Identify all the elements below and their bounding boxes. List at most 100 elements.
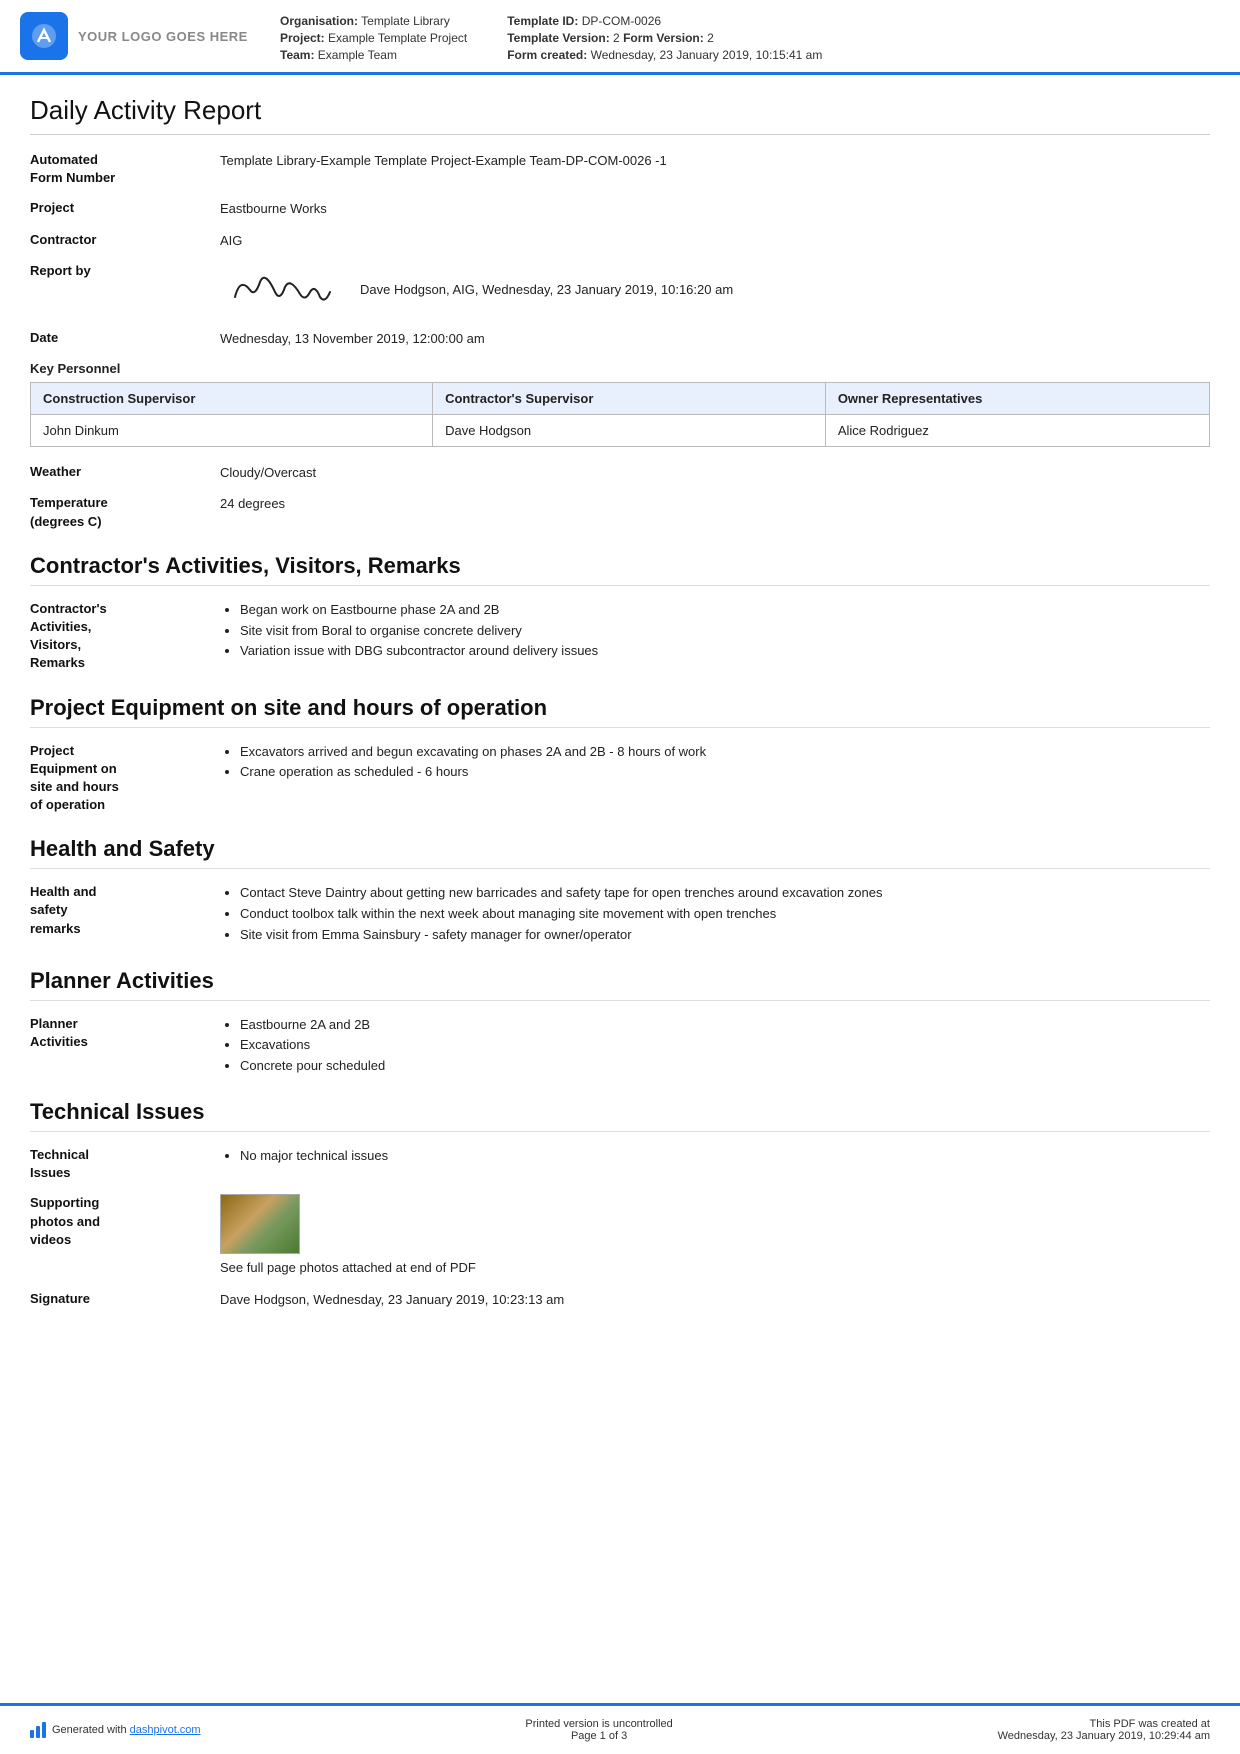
footer-right-text: This PDF was created at — [998, 1718, 1210, 1730]
list-item: Excavations — [240, 1035, 1210, 1056]
signature-image — [220, 262, 340, 317]
report-by-text: Dave Hodgson, AIG, Wednesday, 23 January… — [360, 280, 733, 300]
key-personnel-label: Key Personnel — [30, 361, 1210, 376]
equipment-field: ProjectEquipment onsite and hoursof oper… — [30, 742, 1210, 815]
header: YOUR LOGO GOES HERE Organisation: Templa… — [0, 0, 1240, 75]
list-item: Site visit from Boral to organise concre… — [240, 621, 1210, 642]
equipment-label: ProjectEquipment onsite and hoursof oper… — [30, 742, 220, 815]
photo-thumbnail — [220, 1194, 300, 1254]
header-meta: Organisation: Template Library Project: … — [280, 10, 1210, 62]
header-meta-left: Organisation: Template Library Project: … — [280, 14, 467, 62]
technical-field: TechnicalIssues No major technical issue… — [30, 1146, 1210, 1182]
equipment-list: Excavators arrived and begun excavating … — [220, 742, 1210, 784]
signature-label: Signature — [30, 1290, 220, 1308]
footer-left: Generated with dashpivot.com — [30, 1722, 201, 1738]
health-field: Health andsafetyremarks Contact Steve Da… — [30, 883, 1210, 945]
key-personnel-section: Key Personnel Construction Supervisor Co… — [30, 361, 1210, 447]
weather-label: Weather — [30, 463, 220, 481]
col-contractors-supervisor: Contractor's Supervisor — [433, 382, 826, 414]
temperature-row: Temperature(degrees C) 24 degrees — [30, 494, 1210, 530]
template-version-line: Template Version: 2 Form Version: 2 — [507, 31, 822, 45]
footer-logo-icon — [30, 1722, 46, 1738]
planner-heading: Planner Activities — [30, 968, 1210, 1001]
header-logo: YOUR LOGO GOES HERE — [20, 10, 260, 62]
project-line: Project: Example Template Project — [280, 31, 467, 45]
footer-right: This PDF was created at Wednesday, 23 Ja… — [998, 1718, 1210, 1742]
equipment-heading: Project Equipment on site and hours of o… — [30, 695, 1210, 728]
project-row: Project Eastbourne Works — [30, 199, 1210, 219]
form-created-line: Form created: Wednesday, 23 January 2019… — [507, 48, 822, 62]
template-id-line: Template ID: DP-COM-0026 — [507, 14, 822, 28]
photos-row: Supportingphotos andvideos See full page… — [30, 1194, 1210, 1278]
report-by-label: Report by — [30, 262, 220, 280]
list-item: Eastbourne 2A and 2B — [240, 1015, 1210, 1036]
temperature-label: Temperature(degrees C) — [30, 494, 220, 530]
logo-text: YOUR LOGO GOES HERE — [78, 29, 248, 44]
contractors-label: Contractor'sActivities,Visitors,Remarks — [30, 600, 220, 673]
health-list: Contact Steve Daintry about getting new … — [220, 883, 1210, 945]
org-line: Organisation: Template Library — [280, 14, 467, 28]
project-label: Project — [30, 199, 220, 217]
photo-thumb-image — [221, 1195, 299, 1253]
footer-center: Printed version is uncontrolled Page 1 o… — [525, 1718, 672, 1742]
cell-contractors-supervisor: Dave Hodgson — [433, 414, 826, 446]
automated-label: AutomatedForm Number — [30, 151, 220, 187]
col-construction-supervisor: Construction Supervisor — [31, 382, 433, 414]
project-value: Eastbourne Works — [220, 199, 1210, 219]
health-heading: Health and Safety — [30, 836, 1210, 869]
report-by-value: Dave Hodgson, AIG, Wednesday, 23 January… — [220, 262, 1210, 317]
contractors-heading: Contractor's Activities, Visitors, Remar… — [30, 553, 1210, 586]
footer-page: Page 1 of 3 — [525, 1730, 672, 1742]
list-item: Site visit from Emma Sainsbury - safety … — [240, 925, 1210, 946]
team-line: Team: Example Team — [280, 48, 467, 62]
personnel-header-row: Construction Supervisor Contractor's Sup… — [31, 382, 1210, 414]
col-owner-representatives: Owner Representatives — [825, 382, 1209, 414]
signature-area: Dave Hodgson, AIG, Wednesday, 23 January… — [220, 262, 1210, 317]
footer-generated-text: Generated with dashpivot.com — [52, 1724, 201, 1736]
report-by-row: Report by Dave Hodgson, AIG, Wednesday, … — [30, 262, 1210, 317]
temperature-value: 24 degrees — [220, 494, 1210, 514]
technical-heading: Technical Issues — [30, 1099, 1210, 1132]
signature-value: Dave Hodgson, Wednesday, 23 January 2019… — [220, 1290, 1210, 1310]
date-value: Wednesday, 13 November 2019, 12:00:00 am — [220, 329, 1210, 349]
report-title: Daily Activity Report — [30, 95, 1210, 135]
contractors-field: Contractor'sActivities,Visitors,Remarks … — [30, 600, 1210, 673]
footer-right-date: Wednesday, 23 January 2019, 10:29:44 am — [998, 1730, 1210, 1742]
date-label: Date — [30, 329, 220, 347]
footer-link[interactable]: dashpivot.com — [130, 1724, 201, 1736]
technical-label: TechnicalIssues — [30, 1146, 220, 1182]
header-meta-right: Template ID: DP-COM-0026 Template Versio… — [507, 14, 822, 62]
contractors-list: Began work on Eastbourne phase 2A and 2B… — [220, 600, 1210, 662]
list-item: Concrete pour scheduled — [240, 1056, 1210, 1077]
list-item: Began work on Eastbourne phase 2A and 2B — [240, 600, 1210, 621]
cell-owner-representatives: Alice Rodriguez — [825, 414, 1209, 446]
list-item: Crane operation as scheduled - 6 hours — [240, 762, 1210, 783]
planner-label: PlannerActivities — [30, 1015, 220, 1051]
automated-value: Template Library-Example Template Projec… — [220, 151, 1210, 171]
photos-label: Supportingphotos andvideos — [30, 1194, 220, 1249]
health-label: Health andsafetyremarks — [30, 883, 220, 938]
technical-list: No major technical issues — [220, 1146, 1210, 1167]
table-row: John Dinkum Dave Hodgson Alice Rodriguez — [31, 414, 1210, 446]
list-item: No major technical issues — [240, 1146, 1210, 1167]
list-item: Variation issue with DBG subcontractor a… — [240, 641, 1210, 662]
weather-value: Cloudy/Overcast — [220, 463, 1210, 483]
footer-uncontrolled: Printed version is uncontrolled — [525, 1718, 672, 1730]
photos-caption: See full page photos attached at end of … — [220, 1260, 476, 1275]
footer: Generated with dashpivot.com Printed ver… — [0, 1703, 1240, 1754]
list-item: Excavators arrived and begun excavating … — [240, 742, 1210, 763]
signature-row: Signature Dave Hodgson, Wednesday, 23 Ja… — [30, 1290, 1210, 1310]
planner-list: Eastbourne 2A and 2BExcavationsConcrete … — [220, 1015, 1210, 1077]
automated-row: AutomatedForm Number Template Library-Ex… — [30, 151, 1210, 187]
weather-row: Weather Cloudy/Overcast — [30, 463, 1210, 483]
planner-field: PlannerActivities Eastbourne 2A and 2BEx… — [30, 1015, 1210, 1077]
main-content: Daily Activity Report AutomatedForm Numb… — [0, 75, 1240, 1703]
contractor-label: Contractor — [30, 231, 220, 249]
list-item: Conduct toolbox talk within the next wee… — [240, 904, 1210, 925]
logo-icon — [20, 12, 68, 60]
date-row: Date Wednesday, 13 November 2019, 12:00:… — [30, 329, 1210, 349]
contractor-value: AIG — [220, 231, 1210, 251]
photos-value: See full page photos attached at end of … — [220, 1194, 1210, 1278]
contractor-row: Contractor AIG — [30, 231, 1210, 251]
page: YOUR LOGO GOES HERE Organisation: Templa… — [0, 0, 1240, 1754]
